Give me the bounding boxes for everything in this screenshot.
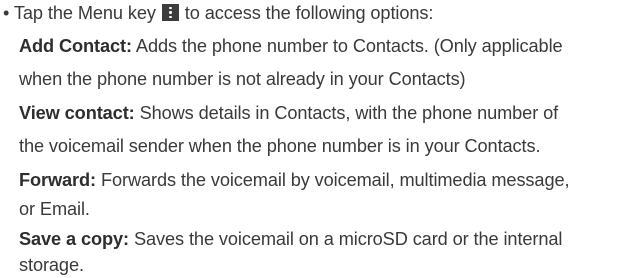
option-description-continued: storage.: [19, 255, 84, 275]
option-forward: Forward: Forwards the voicemail by voice…: [19, 167, 570, 193]
option-description: Forwards the voicemail by voicemail, mul…: [100, 170, 570, 190]
option-view-contact: View contact: Shows details in Contacts,…: [19, 100, 558, 126]
option-title: Add Contact:: [19, 36, 132, 56]
option-description: Shows details in Contacts, with the phon…: [139, 103, 559, 123]
option-add-contact: Add Contact: Adds the phone number to Co…: [19, 33, 563, 59]
instruction-block: • Tap the Menu key to access the followi…: [0, 0, 632, 275]
option-description: Saves the voicemail on a microSD card or…: [133, 229, 563, 249]
option-title: Forward:: [19, 170, 97, 190]
bullet: •: [3, 3, 10, 23]
menu-key-icon: [161, 4, 179, 21]
option-title: View contact:: [19, 103, 135, 123]
option-description-continued: or Email.: [19, 199, 90, 219]
intro-text-after-icon: to access the following options:: [184, 3, 434, 23]
intro-text-before-icon: Tap the Menu key: [13, 3, 156, 23]
option-save-a-copy: Save a copy: Saves the voicemail on a mi…: [19, 226, 562, 252]
option-description: Adds the phone number to Contacts. (Only…: [135, 36, 563, 56]
option-description-continued: the voicemail sender when the phone numb…: [19, 136, 541, 156]
option-description-continued: when the phone number is not already in …: [19, 69, 466, 89]
option-title: Save a copy:: [19, 229, 130, 249]
intro-line: • Tap the Menu key to access the followi…: [3, 0, 433, 26]
